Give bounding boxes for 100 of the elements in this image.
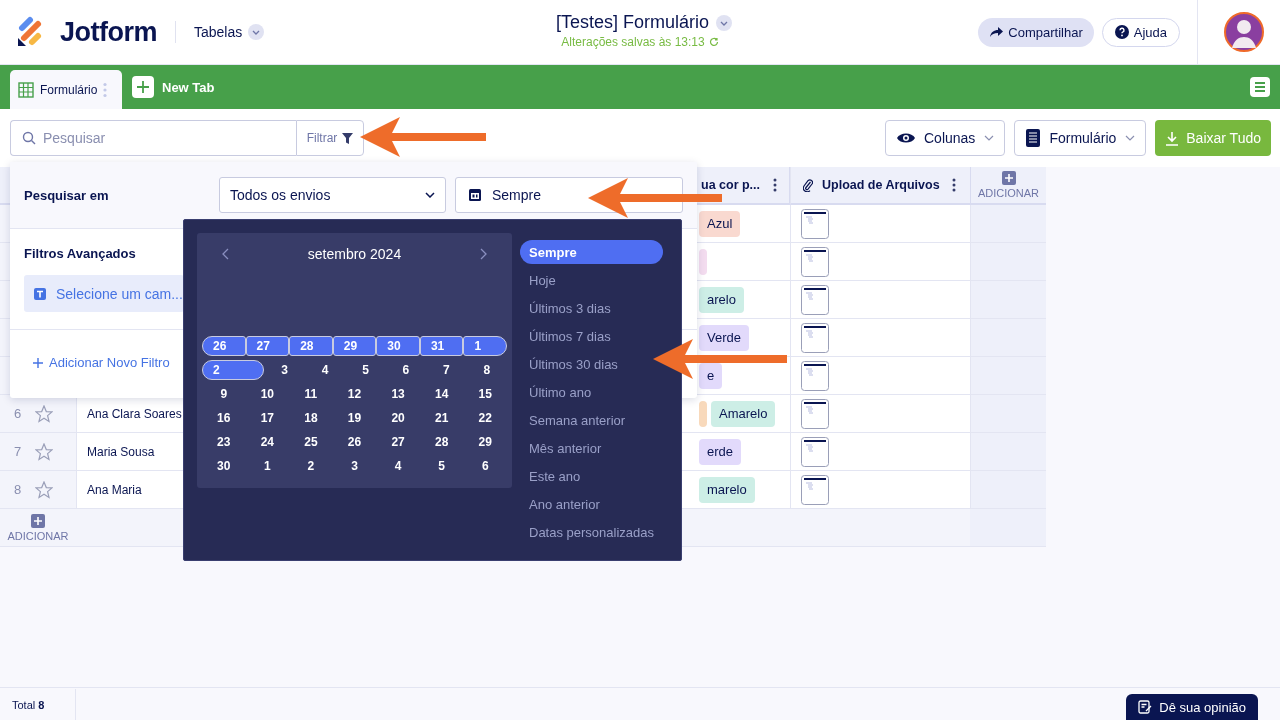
star-icon[interactable] [35, 442, 54, 461]
file-thumbnail[interactable] [801, 284, 829, 315]
calendar-day[interactable]: 23 [202, 432, 246, 452]
calendar-day[interactable]: 5 [419, 456, 464, 476]
tables-dropdown[interactable]: Tabelas [194, 24, 265, 40]
calendar-day[interactable]: 1 [245, 456, 290, 476]
calendar-day[interactable]: 2 [289, 456, 333, 476]
file-thumbnail[interactable] [801, 474, 829, 505]
chevron-down-icon [425, 192, 435, 198]
calendar-day[interactable]: 27 [376, 432, 420, 452]
table-cell: Maria Sousa [87, 444, 155, 459]
feedback-icon [1138, 700, 1153, 714]
calendar-day[interactable]: 30 [202, 456, 246, 476]
help-button[interactable]: Ajuda [1101, 17, 1180, 47]
refresh-icon [708, 37, 719, 47]
form-title-dropdown[interactable]: [Testes] Formulário [555, 12, 732, 33]
date-preset[interactable]: Hoje [520, 268, 663, 292]
calendar-day[interactable]: 24 [245, 432, 290, 452]
calendar-day[interactable]: 3 [264, 360, 305, 380]
filter-button[interactable]: Filtrar [296, 120, 364, 156]
star-icon[interactable] [35, 404, 54, 423]
file-thumbnail[interactable] [801, 398, 829, 429]
calendar-day[interactable]: 19 [332, 408, 377, 428]
date-preset[interactable]: Ano anterior [520, 492, 663, 516]
calendar-day[interactable]: 29 [463, 432, 508, 452]
tag: Azul [699, 210, 741, 237]
funnel-icon [342, 132, 354, 144]
calendar-day[interactable]: 6 [463, 456, 508, 476]
calendar-day[interactable]: 1 [463, 336, 508, 356]
search-in-label: Pesquisar em [24, 187, 110, 203]
column-header[interactable]: Upload de Arquivos [790, 167, 970, 205]
calendar-day[interactable]: 27 [245, 336, 290, 356]
advanced-filters-label: Filtros Avançados [24, 246, 136, 261]
calendar-day[interactable]: 18 [289, 408, 333, 428]
date-preset[interactable]: Últimos 7 dias [520, 324, 663, 348]
calendar-day[interactable]: 9 [202, 384, 246, 404]
add-row-button[interactable]: ADICIONAR [0, 509, 76, 547]
calendar-day[interactable]: 17 [245, 408, 290, 428]
document-icon [1026, 129, 1041, 147]
calendar-day[interactable]: 11 [289, 384, 333, 404]
file-thumbnail[interactable] [801, 322, 829, 353]
more-vertical-icon[interactable] [773, 178, 777, 192]
calendar-day[interactable]: 8 [466, 360, 507, 380]
calendar-day[interactable]: 6 [385, 360, 427, 380]
date-preset[interactable]: Semana anterior [520, 408, 663, 432]
calendar-day[interactable]: 7 [426, 360, 467, 380]
more-vertical-icon[interactable] [952, 178, 956, 192]
calendar-day[interactable]: 5 [345, 360, 386, 380]
avatar[interactable] [1224, 12, 1264, 52]
calendar-day[interactable]: 31 [419, 336, 464, 356]
calendar-day[interactable]: 28 [289, 336, 333, 356]
date-preset[interactable]: Mês anterior [520, 436, 663, 460]
star-icon[interactable] [35, 480, 54, 499]
calendar-day[interactable]: 21 [419, 408, 464, 428]
add-filter-link[interactable]: Adicionar Novo Filtro [33, 355, 170, 370]
search-field[interactable]: Pesquisar [10, 120, 296, 156]
date-preset[interactable]: Datas personalizadas [520, 520, 663, 544]
menu-icon[interactable] [1250, 77, 1270, 97]
calendar-day[interactable]: 2 [202, 360, 265, 380]
chevron-down-icon [984, 135, 995, 141]
form-dropdown[interactable]: Formulário [1014, 120, 1147, 156]
column-header[interactable]: ua cor p... [697, 167, 790, 205]
calendar-day[interactable]: 13 [376, 384, 420, 404]
date-preset[interactable]: Últimos 30 dias [520, 352, 663, 376]
chevron-left-icon[interactable] [222, 248, 230, 260]
date-preset[interactable]: Este ano [520, 464, 663, 488]
calendar-day[interactable]: 16 [202, 408, 246, 428]
feedback-button[interactable]: Dê sua opinião [1126, 694, 1258, 720]
calendar-day[interactable]: 4 [304, 360, 346, 380]
field-select[interactable]: Selecione um cam... [24, 275, 184, 312]
calendar-day[interactable]: 10 [245, 384, 290, 404]
file-thumbnail[interactable] [801, 246, 829, 277]
calendar-day[interactable]: 4 [376, 456, 420, 476]
share-button[interactable]: Compartilhar [978, 17, 1094, 47]
calendar-day[interactable]: 26 [202, 336, 246, 356]
columns-dropdown[interactable]: Colunas [885, 120, 1006, 156]
calendar-day[interactable]: 20 [376, 408, 420, 428]
calendar-day[interactable]: 30 [376, 336, 420, 356]
calendar-day[interactable]: 15 [463, 384, 508, 404]
tag: arelo [699, 286, 744, 313]
logo-text[interactable]: Jotform [60, 16, 157, 48]
calendar-day[interactable]: 28 [419, 432, 464, 452]
calendar-day[interactable]: 14 [419, 384, 464, 404]
calendar-day[interactable]: 3 [332, 456, 377, 476]
date-preset[interactable]: Sempre [520, 240, 663, 264]
chevron-right-icon[interactable] [479, 248, 487, 260]
date-preset[interactable]: Último ano [520, 380, 663, 404]
add-column-button[interactable]: ADICIONAR [970, 167, 1046, 205]
calendar-day[interactable]: 26 [332, 432, 377, 452]
file-thumbnail[interactable] [801, 360, 829, 391]
calendar-day[interactable]: 22 [463, 408, 508, 428]
calendar-day[interactable]: 12 [332, 384, 377, 404]
file-thumbnail[interactable] [801, 436, 829, 467]
tab[interactable]: Formulário [10, 70, 122, 109]
tag: Verde [699, 324, 749, 351]
calendar-day[interactable]: 29 [332, 336, 377, 356]
scope-dropdown[interactable]: Todos os envios [219, 177, 446, 213]
calendar-day[interactable]: 25 [289, 432, 333, 452]
file-thumbnail[interactable] [801, 208, 829, 239]
date-preset[interactable]: Últimos 3 dias [520, 296, 663, 320]
